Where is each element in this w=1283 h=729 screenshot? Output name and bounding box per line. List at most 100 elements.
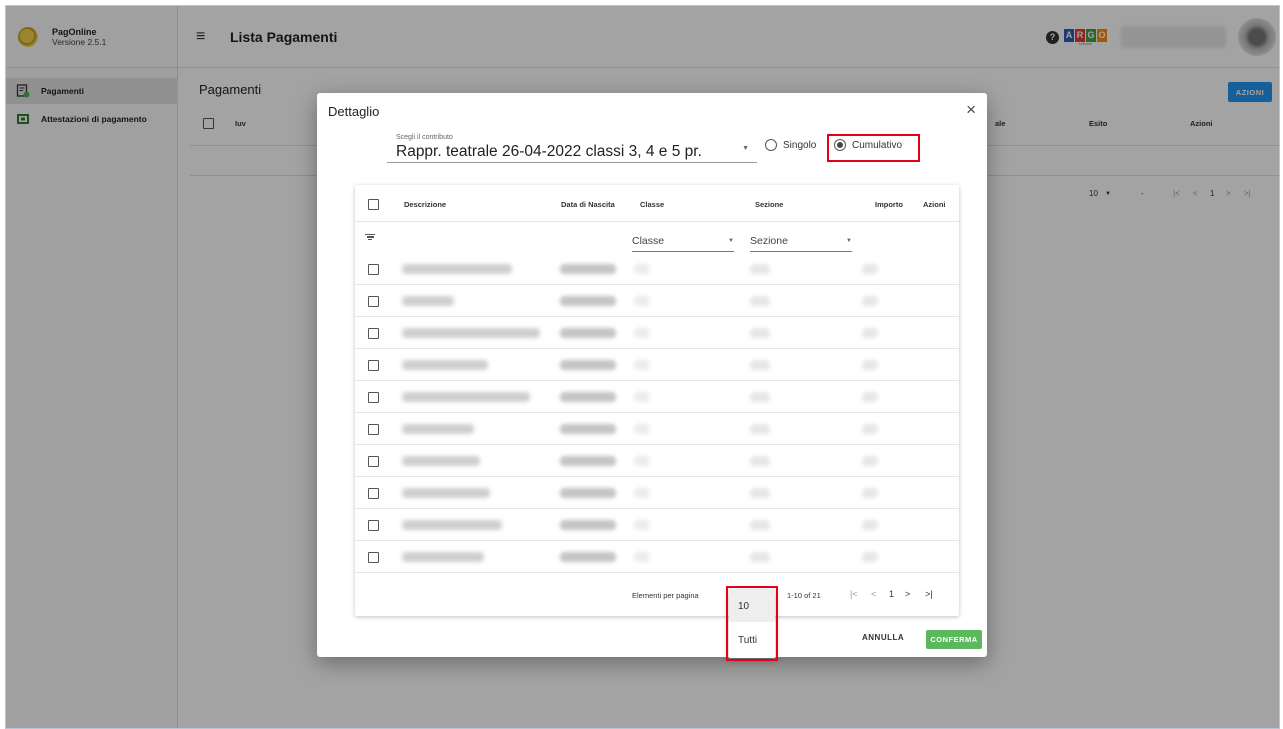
contributo-select[interactable]: Scegli il contributo Rappr. teatrale 26-… <box>387 130 757 163</box>
sezione-redacted <box>750 360 770 370</box>
column-header-sezione: Sezione <box>755 200 784 209</box>
classe-redacted <box>634 456 650 466</box>
chevron-down-icon: ▼ <box>742 145 749 152</box>
dettaglio-dialog: Dettaglio × Scegli il contributo Rappr. … <box>317 93 987 661</box>
table-row[interactable] <box>355 477 959 509</box>
next-page-icon[interactable]: > <box>905 589 910 599</box>
student-name-redacted <box>402 520 502 530</box>
classe-redacted <box>634 264 650 274</box>
birth-date-redacted <box>560 424 616 434</box>
sezione-redacted <box>750 552 770 562</box>
classe-filter[interactable]: Classe ▼ <box>632 235 734 252</box>
row-checkbox[interactable] <box>368 424 379 435</box>
importo-redacted <box>862 552 878 562</box>
row-checkbox[interactable] <box>368 520 379 531</box>
contributo-label: Scegli il contributo <box>396 134 453 141</box>
sezione-redacted <box>750 392 770 402</box>
sezione-redacted <box>750 520 770 530</box>
dialog-title: Dettaglio <box>328 104 380 119</box>
importo-redacted <box>862 392 878 402</box>
table-row[interactable] <box>355 541 959 573</box>
classe-redacted <box>634 488 650 498</box>
birth-date-redacted <box>560 360 616 370</box>
row-checkbox[interactable] <box>368 392 379 403</box>
birth-date-redacted <box>560 456 616 466</box>
radio-button-icon[interactable] <box>765 139 777 151</box>
column-header-data-nascita: Data di Nascita <box>561 200 615 209</box>
select-all-checkbox[interactable] <box>368 199 379 210</box>
table-row[interactable] <box>355 349 959 381</box>
importo-redacted <box>862 424 878 434</box>
classe-redacted <box>634 328 650 338</box>
sezione-filter-label: Sezione <box>750 235 788 247</box>
student-name-redacted <box>402 360 488 370</box>
last-page-icon[interactable]: >| <box>925 589 933 599</box>
importo-redacted <box>862 360 878 370</box>
sezione-redacted <box>750 296 770 306</box>
column-header-descrizione: Descrizione <box>404 200 447 209</box>
conferma-button[interactable]: CONFERMA <box>926 630 982 649</box>
filter-icon[interactable] <box>365 232 375 241</box>
column-header-importo: Importo <box>875 200 903 209</box>
close-icon[interactable]: × <box>966 100 976 120</box>
radio-label: Singolo <box>783 139 817 151</box>
contributo-value: Rappr. teatrale 26-04-2022 classi 3, 4 e… <box>396 143 702 160</box>
table-row[interactable] <box>355 253 959 285</box>
highlight-box <box>827 134 920 162</box>
row-checkbox[interactable] <box>368 264 379 275</box>
first-page-icon[interactable]: |< <box>850 589 858 599</box>
student-name-redacted <box>402 552 484 562</box>
row-checkbox[interactable] <box>368 552 379 563</box>
row-checkbox[interactable] <box>368 456 379 467</box>
chevron-down-icon: ▼ <box>728 238 734 244</box>
student-name-redacted <box>402 424 474 434</box>
range-text: 1-10 of 21 <box>787 591 821 600</box>
table-row[interactable] <box>355 509 959 541</box>
classe-redacted <box>634 392 650 402</box>
classe-redacted <box>634 520 650 530</box>
students-table: Descrizione Data di Nascita Classe Sezio… <box>355 185 959 616</box>
sezione-redacted <box>750 456 770 466</box>
birth-date-redacted <box>560 520 616 530</box>
classe-redacted <box>634 552 650 562</box>
importo-redacted <box>862 264 878 274</box>
table-row[interactable] <box>355 381 959 413</box>
sezione-filter[interactable]: Sezione ▼ <box>750 235 852 252</box>
row-checkbox[interactable] <box>368 296 379 307</box>
prev-page-icon[interactable]: < <box>871 589 876 599</box>
importo-redacted <box>862 328 878 338</box>
table-row[interactable] <box>355 413 959 445</box>
highlight-box <box>726 586 778 661</box>
radio-singolo[interactable]: Singolo <box>765 139 816 151</box>
birth-date-redacted <box>560 296 616 306</box>
sezione-redacted <box>750 424 770 434</box>
classe-filter-label: Classe <box>632 235 665 247</box>
birth-date-redacted <box>560 392 616 402</box>
student-name-redacted <box>402 488 490 498</box>
classe-redacted <box>634 360 650 370</box>
per-page-label: Elementi per pagina <box>632 591 699 600</box>
sezione-redacted <box>750 264 770 274</box>
row-checkbox[interactable] <box>368 360 379 371</box>
dialog-pagination: Elementi per pagina 1-10 of 21 |< < 1 > … <box>355 577 959 616</box>
student-name-redacted <box>402 456 480 466</box>
table-row[interactable] <box>355 285 959 317</box>
sezione-redacted <box>750 328 770 338</box>
birth-date-redacted <box>560 328 616 338</box>
birth-date-redacted <box>560 264 616 274</box>
student-name-redacted <box>402 296 454 306</box>
birth-date-redacted <box>560 552 616 562</box>
annulla-button[interactable]: ANNULLA <box>862 633 904 642</box>
table-row[interactable] <box>355 317 959 349</box>
student-name-redacted <box>402 392 530 402</box>
row-checkbox[interactable] <box>368 488 379 499</box>
current-page: 1 <box>889 589 895 599</box>
row-checkbox[interactable] <box>368 328 379 339</box>
importo-redacted <box>862 296 878 306</box>
chevron-down-icon: ▼ <box>846 238 852 244</box>
table-row[interactable] <box>355 445 959 477</box>
student-name-redacted <box>402 328 540 338</box>
importo-redacted <box>862 520 878 530</box>
classe-redacted <box>634 424 650 434</box>
birth-date-redacted <box>560 488 616 498</box>
